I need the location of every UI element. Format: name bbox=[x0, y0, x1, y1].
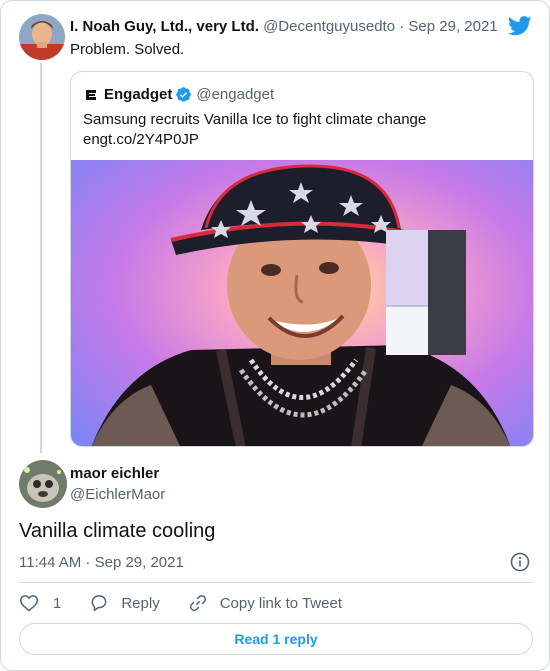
copy-link-button[interactable]: Copy link to Tweet bbox=[188, 593, 342, 613]
quoted-link[interactable]: engt.co/2Y4P0JP bbox=[83, 130, 523, 150]
engadget-logo-icon bbox=[83, 86, 99, 103]
reply-avatar[interactable] bbox=[19, 460, 67, 508]
quoted-tweet-header: Engadget @engadget bbox=[83, 86, 274, 103]
verified-badge-icon bbox=[176, 87, 192, 102]
tweet-card: I. Noah Guy, Ltd., very Ltd. @Decentguyu… bbox=[0, 0, 550, 671]
like-count: 1 bbox=[53, 594, 62, 612]
twitter-bird-icon[interactable] bbox=[508, 15, 532, 37]
info-icon[interactable] bbox=[510, 552, 530, 572]
parent-avatar[interactable] bbox=[19, 14, 65, 60]
actions-divider bbox=[19, 582, 533, 583]
read-reply-button[interactable]: Read 1 reply bbox=[19, 623, 533, 655]
reply-icon bbox=[91, 595, 107, 612]
parent-date[interactable]: Sep 29, 2021 bbox=[408, 18, 497, 35]
quoted-media-image[interactable] bbox=[71, 160, 534, 447]
reply-author-handle[interactable]: @EichlerMaor bbox=[70, 486, 165, 503]
link-icon bbox=[189, 594, 206, 612]
quoted-author-handle[interactable]: @engadget bbox=[196, 86, 274, 103]
tweet-actions: 1 Reply Copy link to Tweet bbox=[19, 591, 370, 615]
reply-tweet-text: Vanilla climate cooling bbox=[19, 520, 216, 542]
quoted-author-name[interactable]: Engadget bbox=[104, 86, 172, 103]
parent-author-name[interactable]: I. Noah Guy, Ltd., very Ltd. bbox=[70, 18, 259, 35]
reply-label: Reply bbox=[121, 594, 160, 612]
heart-icon bbox=[19, 595, 39, 612]
parent-tweet-text: Problem. Solved. bbox=[70, 41, 185, 58]
like-button[interactable]: 1 bbox=[19, 593, 61, 613]
parent-author-handle[interactable]: @Decentguyusedto bbox=[263, 18, 395, 35]
parent-header: I. Noah Guy, Ltd., very Ltd. @Decentguyu… bbox=[70, 18, 498, 35]
thread-line bbox=[40, 63, 42, 453]
quoted-tweet-text: Samsung recruits Vanilla Ice to fight cl… bbox=[83, 110, 523, 150]
copy-link-label: Copy link to Tweet bbox=[219, 594, 342, 612]
parent-separator: · bbox=[399, 18, 405, 35]
quoted-tweet[interactable]: Engadget @engadget Samsung recruits Vani… bbox=[70, 71, 534, 447]
reply-timestamp[interactable]: 11:44 AM · Sep 29, 2021 bbox=[19, 554, 184, 571]
reply-button[interactable]: Reply bbox=[89, 593, 160, 613]
reply-author-name[interactable]: maor eichler bbox=[70, 465, 159, 482]
quoted-headline: Samsung recruits Vanilla Ice to fight cl… bbox=[83, 111, 427, 128]
